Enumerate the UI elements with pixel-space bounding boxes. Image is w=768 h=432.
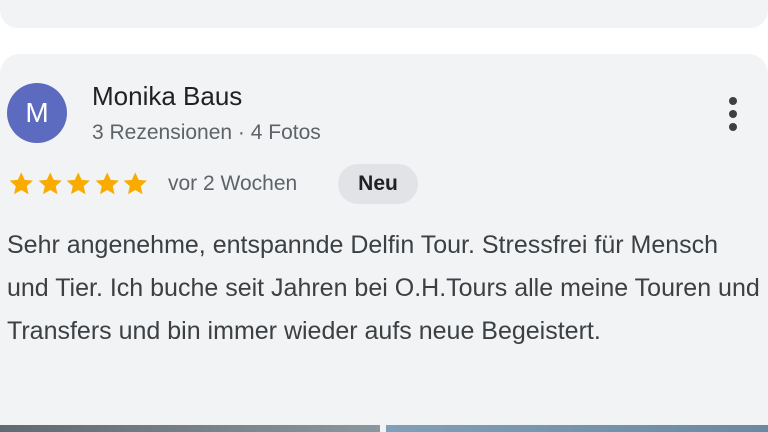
star-icon: [123, 172, 147, 195]
previous-review-card: [0, 0, 768, 28]
star-icon: [66, 172, 90, 195]
author-meta[interactable]: 3 Rezensionen · 4 Fotos: [92, 121, 321, 145]
more-vert-icon-dot: [729, 97, 737, 105]
new-badge: Neu: [338, 164, 418, 204]
avatar[interactable]: M: [7, 83, 67, 143]
more-options-button[interactable]: [717, 94, 749, 134]
author-name[interactable]: Monika Baus: [92, 81, 242, 112]
more-vert-icon-dot: [729, 123, 737, 131]
review-date: vor 2 Wochen: [168, 172, 298, 195]
star-rating: [7, 169, 150, 199]
star-icon: [9, 172, 33, 195]
review-photo[interactable]: [0, 425, 380, 432]
review-text: Sehr angenehme, entspannde Delfin Tour. …: [7, 231, 760, 345]
star-icon: [38, 172, 62, 195]
review-photo[interactable]: [386, 425, 768, 432]
more-vert-icon-dot: [729, 110, 737, 118]
star-icon: [95, 172, 119, 195]
